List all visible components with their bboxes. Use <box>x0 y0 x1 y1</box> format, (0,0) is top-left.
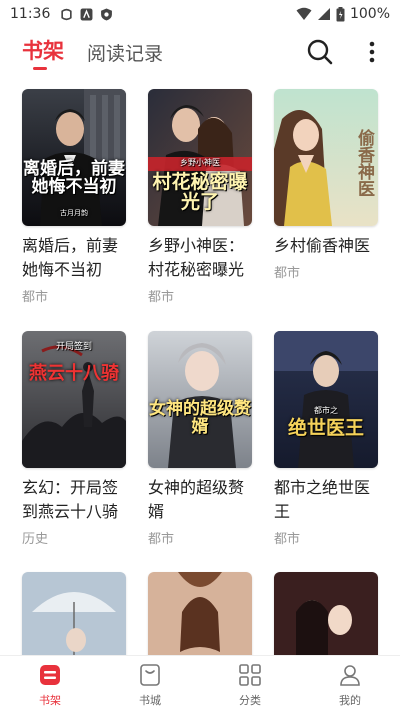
book-title: 乡野小神医：村花秘密曝光 <box>148 236 245 279</box>
book-title: 玄幻：开局签到燕云十八骑 <box>22 478 119 521</box>
cover-title-text: 偷香神医 <box>354 129 374 197</box>
book-cover: 女神的超级赘婿 <box>148 331 252 468</box>
book-card[interactable]: 偷香神医 乡村偷香神医 都市 <box>274 89 384 281</box>
more-options-icon[interactable] <box>362 38 382 66</box>
nav-profile[interactable]: 我的 <box>320 662 380 708</box>
book-title: 离婚后，前妻她悔不当初 <box>22 236 119 279</box>
bottom-navigation: 书架 书城 分类 我的 <box>0 655 400 712</box>
search-icon[interactable] <box>306 38 334 66</box>
cover-subtitle-text: 都市之 <box>314 406 338 415</box>
nav-label: 分类 <box>239 694 261 707</box>
bookstore-icon <box>140 664 160 686</box>
book-title: 都市之绝世医王 <box>274 478 371 521</box>
battery-icon <box>336 6 345 21</box>
book-cover <box>22 572 126 655</box>
book-card[interactable] <box>148 572 258 655</box>
signal-icon <box>317 8 330 20</box>
book-cover: 偷香神医 <box>274 89 378 226</box>
book-category: 都市 <box>22 290 49 305</box>
shield-icon <box>101 8 113 20</box>
tab-reading-history[interactable]: 阅读记录 <box>87 39 163 66</box>
profile-icon <box>340 665 360 686</box>
book-card[interactable]: 女神的超级赘婿 女神的超级赘婿 都市 <box>148 331 258 547</box>
book-category: 都市 <box>148 290 175 305</box>
book-category: 都市 <box>148 532 175 547</box>
app-header: 书架 阅读记录 <box>0 28 400 78</box>
nav-label: 书城 <box>139 694 161 707</box>
book-card[interactable]: 都市之 绝世医王 都市之绝世医王 都市 <box>274 331 384 547</box>
book-title: 女神的超级赘婿 <box>148 478 245 521</box>
nav-bookstore[interactable]: 书城 <box>120 662 180 708</box>
book-category: 历史 <box>22 532 49 547</box>
category-grid-icon <box>239 664 261 686</box>
cover-title-text: 离婚后，前妻她悔不当初 <box>23 159 125 197</box>
book-cover: 都市之 绝世医王 <box>274 331 378 468</box>
status-time: 11:36 <box>10 6 51 22</box>
book-cover: 离婚后，前妻她悔不当初 古月月韵 <box>22 89 126 226</box>
nav-label: 书架 <box>39 694 61 707</box>
bookshelf-icon <box>40 665 60 685</box>
book-cover <box>274 572 378 655</box>
cover-title-text: 绝世医王 <box>287 417 364 439</box>
notification-icon <box>61 8 73 20</box>
tab-active-indicator <box>33 67 47 70</box>
tab-bookshelf[interactable]: 书架 <box>22 35 64 65</box>
nav-category[interactable]: 分类 <box>220 662 280 708</box>
bookshelf-grid: 离婚后，前妻她悔不当初 古月月韵 离婚后，前妻她悔不当初 都市 乡野小神医 村花… <box>0 80 400 655</box>
book-card[interactable]: 乡野小神医 村花秘密曝光了 乡野小神医：村花秘密曝光 都市 <box>148 89 258 305</box>
cover-author-text: 古月月韵 <box>60 209 88 217</box>
book-cover: 开局签到 燕云十八骑 <box>22 331 126 468</box>
book-card[interactable] <box>274 572 384 655</box>
nav-bookshelf[interactable]: 书架 <box>20 662 80 708</box>
cover-art <box>22 572 126 655</box>
cover-subtitle-text: 乡野小神医 <box>180 158 220 167</box>
book-card[interactable]: 离婚后，前妻她悔不当初 古月月韵 离婚后，前妻她悔不当初 都市 <box>22 89 132 305</box>
battery-percent: 100% <box>349 6 390 22</box>
cover-title-text: 燕云十八骑 <box>29 363 119 384</box>
cover-subtitle-text: 开局签到 <box>55 342 92 352</box>
cover-art <box>274 331 378 468</box>
book-cover: 乡野小神医 村花秘密曝光了 <box>148 89 252 226</box>
cover-title-text: 女神的超级赘婿 <box>149 399 251 437</box>
cover-art <box>148 572 252 655</box>
cover-art <box>274 572 378 655</box>
app-a-icon <box>80 8 93 20</box>
cover-art <box>22 89 126 226</box>
book-category: 都市 <box>274 532 301 547</box>
status-bar: 11:36 100% <box>0 0 400 28</box>
book-title: 乡村偷香神医 <box>274 236 371 255</box>
book-card[interactable] <box>22 572 132 655</box>
book-card[interactable]: 开局签到 燕云十八骑 玄幻：开局签到燕云十八骑 历史 <box>22 331 132 547</box>
nav-label: 我的 <box>339 694 361 707</box>
wifi-icon <box>296 7 312 20</box>
cover-title-text: 村花秘密曝光了 <box>152 171 248 213</box>
book-category: 都市 <box>274 266 301 281</box>
book-cover <box>148 572 252 655</box>
